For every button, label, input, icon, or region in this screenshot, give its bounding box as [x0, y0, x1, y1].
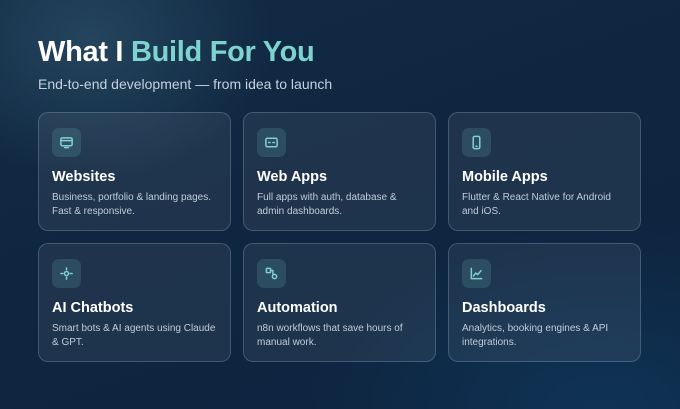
app-window-icon [257, 128, 286, 157]
service-card-title: Automation [257, 300, 338, 316]
service-card-ai-chatbots[interactable]: AI Chatbots Smart bots & AI agents using… [38, 243, 231, 362]
service-card-title: Mobile Apps [462, 169, 548, 185]
service-card-description: Smart bots & AI agents using Claude & GP… [52, 323, 216, 348]
section-subtitle: End-to-end development — from idea to la… [38, 76, 333, 92]
section-header: What I Build For You End-to-end developm… [38, 34, 332, 93]
service-card-automation[interactable]: Automation n8n workflows that save hours… [243, 243, 436, 362]
chart-line-icon [462, 259, 491, 288]
service-card-description: Business, portfolio & landing pages. Fas… [52, 192, 211, 217]
service-card-title: Websites [52, 169, 116, 185]
monitor-icon [52, 128, 81, 157]
service-card-title: Dashboards [462, 300, 546, 316]
smartphone-icon [462, 128, 491, 157]
service-card-web-apps[interactable]: Web Apps Full apps with auth, database &… [243, 112, 436, 231]
service-card-description: Analytics, booking engines & API integra… [462, 323, 609, 348]
section-title: What I Build For You [38, 34, 332, 70]
sparkle-bot-icon [52, 259, 81, 288]
service-card-title: Web Apps [257, 169, 328, 185]
service-card-description: Full apps with auth, database & admin da… [257, 192, 397, 217]
service-card-description: Flutter & React Native for Android and i… [462, 192, 611, 217]
section-title-plain: What I [38, 36, 124, 68]
service-card-websites[interactable]: Websites Business, portfolio & landing p… [38, 112, 231, 231]
section-title-accent: Build For You [130, 36, 315, 68]
service-card-title: AI Chatbots [52, 300, 134, 316]
service-card-dashboards[interactable]: Dashboards Analytics, booking engines & … [448, 243, 641, 362]
workflow-icon [257, 259, 286, 288]
service-card-description: n8n workflows that save hours of manual … [257, 323, 403, 348]
service-card-mobile-apps[interactable]: Mobile Apps Flutter & React Native for A… [448, 112, 641, 231]
services-grid: Websites Business, portfolio & landing p… [38, 112, 641, 362]
